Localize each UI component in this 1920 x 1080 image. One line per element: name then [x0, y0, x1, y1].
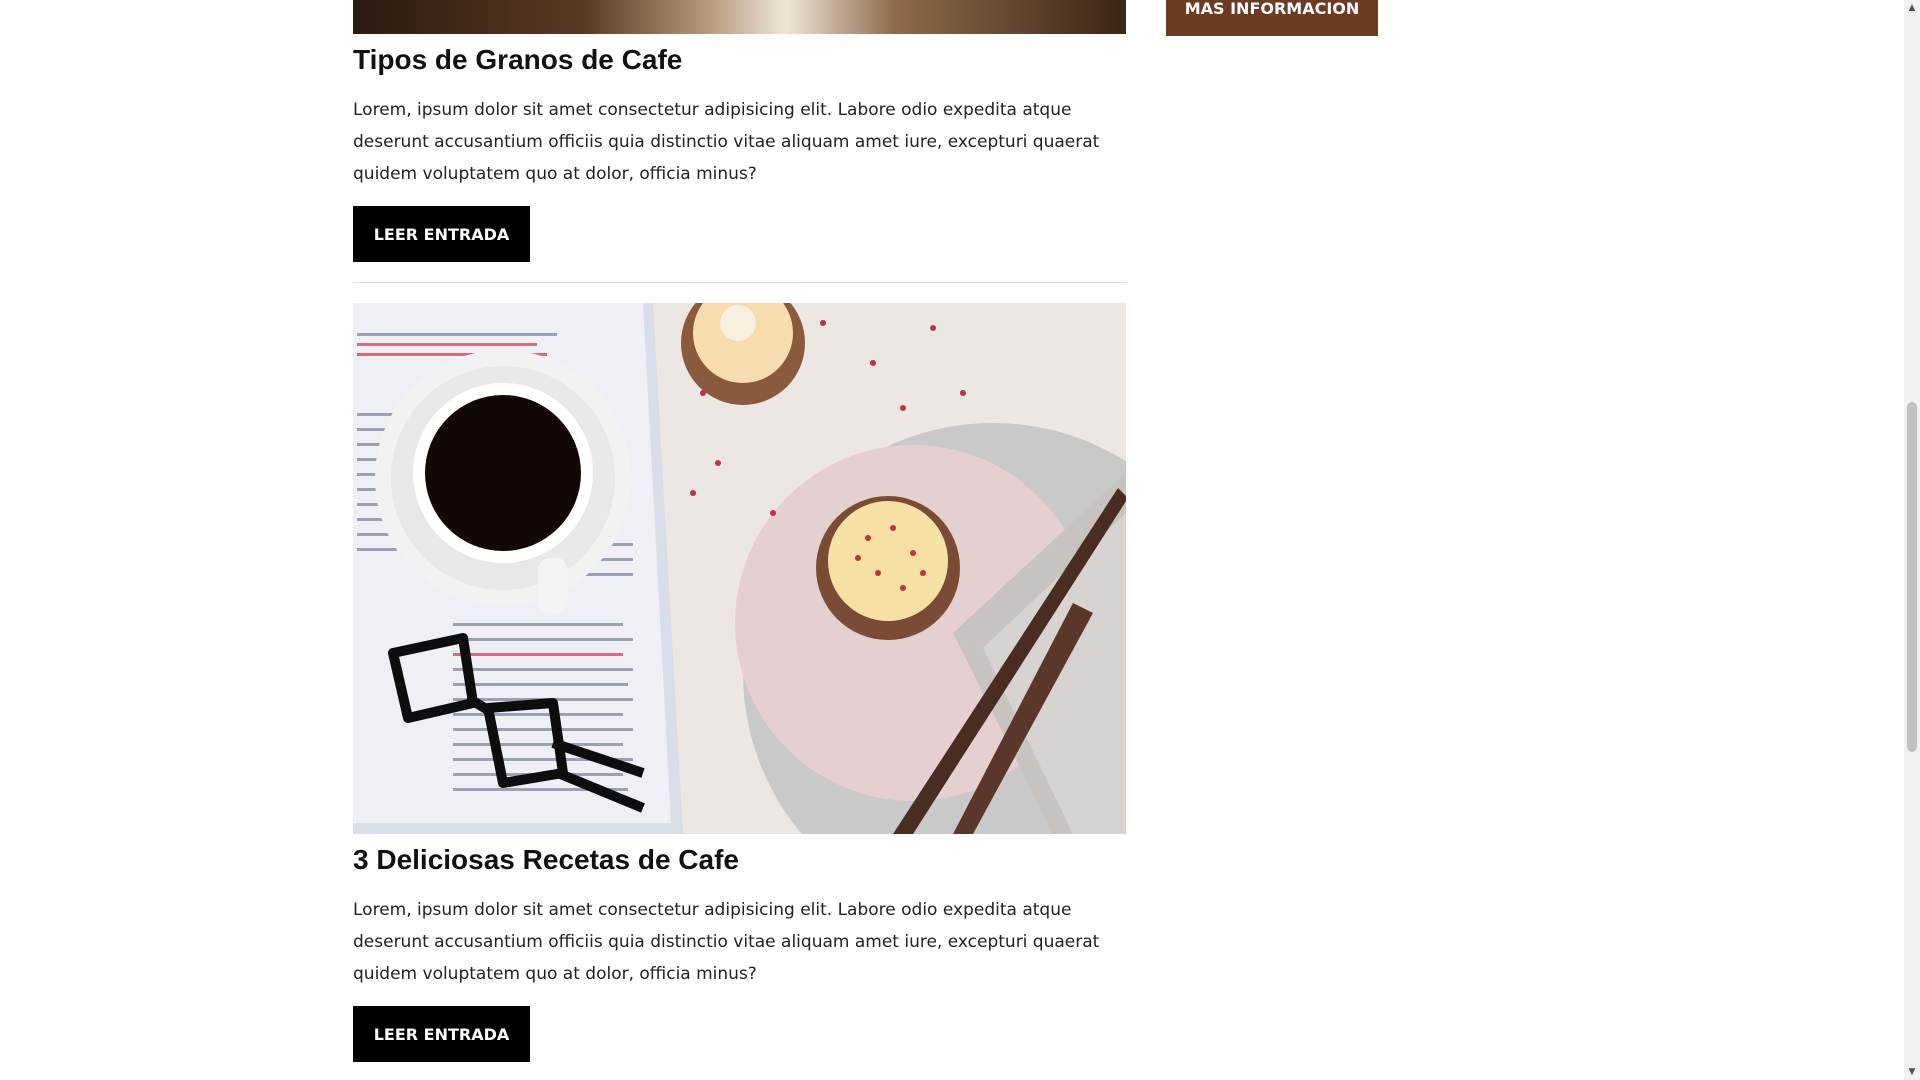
coffee-photo-illustration — [353, 303, 1126, 834]
post-excerpt: Lorem, ipsum dolor sit amet consectetur … — [353, 100, 1100, 184]
scrollbar-thumb[interactable] — [1907, 402, 1917, 752]
read-post-button[interactable]: LEER ENTRADA — [353, 206, 530, 262]
chevron-down-icon[interactable]: ▼ — [1904, 1064, 1920, 1080]
chevron-up-icon[interactable]: ▲ — [1904, 0, 1920, 16]
post-title[interactable]: 3 Deliciosas Recetas de Cafe — [353, 843, 739, 877]
blog-page: Tipos de Granos de Cafe Lorem, ipsum dol… — [0, 0, 1904, 1080]
post-title[interactable]: Tipos de Granos de Cafe — [353, 43, 682, 77]
vertical-scrollbar[interactable]: ▲ ▼ — [1904, 0, 1920, 1080]
post-excerpt: Lorem, ipsum dolor sit amet consectetur … — [353, 900, 1100, 984]
read-post-button[interactable]: LEER ENTRADA — [353, 1006, 530, 1062]
more-info-button[interactable]: MAS INFORMACION — [1166, 0, 1378, 36]
post-image-coffee-beans[interactable] — [353, 0, 1126, 34]
post-image-coffee-cupcakes[interactable] — [353, 303, 1126, 834]
post-divider — [353, 282, 1126, 283]
